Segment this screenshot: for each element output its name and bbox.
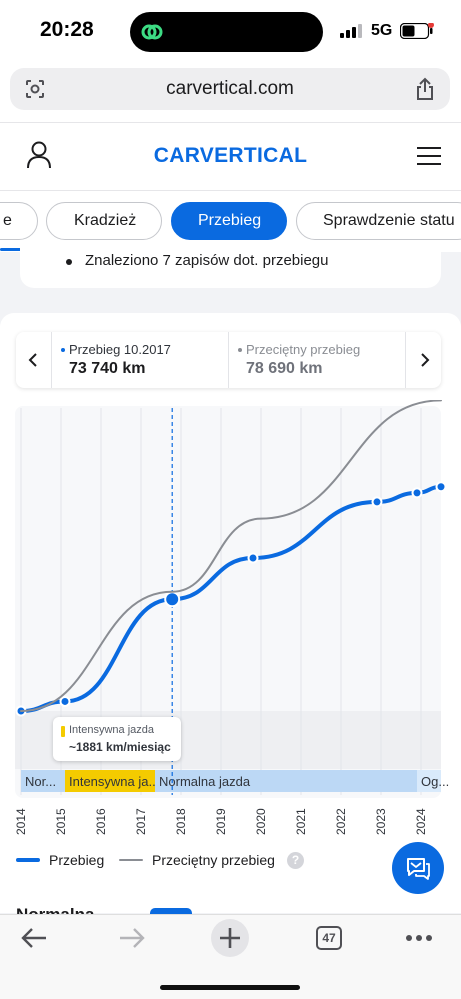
average-mileage-label: Przeciętny przebieg [246, 342, 361, 357]
tab-kradziez[interactable]: Kradzież [46, 202, 162, 240]
clock: 20:28 [40, 18, 94, 41]
x-tick-label: 2023 [374, 808, 388, 835]
chevron-left-icon[interactable] [26, 350, 42, 370]
legend-label-przebieg: Przebieg [49, 852, 105, 868]
chat-icon [407, 858, 430, 880]
data-point [371, 496, 383, 508]
url-text[interactable]: carvertical.com [10, 78, 450, 100]
driving-band-label: Nor... [25, 774, 56, 789]
selected-mileage-value: 73 740 km [69, 360, 146, 377]
bullet-dot [66, 259, 72, 265]
tab-sprawdzenie-statusu[interactable]: Sprawdzenie statu [296, 202, 461, 240]
share-icon[interactable] [414, 77, 436, 101]
divider [0, 190, 461, 191]
divider [51, 332, 52, 388]
legend-swatch-przebieg [16, 858, 40, 862]
x-tick-label: 2019 [214, 808, 228, 835]
average-mileage-value: 78 690 km [246, 360, 323, 377]
driving-band-label: Intensywna ja... [69, 774, 159, 789]
site-logo[interactable]: CARVERTICAL [0, 144, 461, 168]
data-point [435, 481, 447, 493]
x-tick-label: 2022 [334, 808, 348, 835]
hamburger-menu-icon[interactable] [417, 146, 441, 166]
average-dot [238, 348, 242, 352]
dynamic-island [130, 12, 323, 52]
x-tick-label: 2020 [254, 808, 268, 835]
link-icon [141, 24, 163, 40]
back-icon[interactable] [20, 926, 48, 950]
chevron-right-icon[interactable] [416, 350, 432, 370]
x-tick-label: 2017 [134, 808, 148, 835]
series-dot [61, 348, 65, 352]
x-tick-label: 2024 [414, 808, 428, 835]
signal-icon [340, 24, 362, 38]
forward-icon[interactable] [118, 926, 146, 950]
new-tab-icon[interactable] [210, 918, 250, 958]
tab-przebieg[interactable]: Przebieg [171, 202, 287, 240]
mileage-chart[interactable]: Nor... Intensywna ja... Normalna jazda Og..… [0, 400, 461, 840]
data-point [59, 695, 71, 707]
selected-point-panel: Przebieg 10.2017 73 740 km Przeciętny pr… [16, 332, 441, 388]
tooltip-title: Intensywna jazda [69, 724, 154, 736]
status-bar: 20:28 5G [0, 0, 461, 62]
x-tick-label: 2021 [294, 808, 308, 835]
legend-swatch-average [119, 859, 143, 861]
tab-partial[interactable]: e [0, 202, 38, 240]
chat-button[interactable] [392, 842, 444, 894]
tabs-count-button[interactable]: 47 [316, 926, 342, 950]
x-tick-label: 2014 [14, 808, 28, 835]
tooltip-value: ~1881 km/miesiąc [69, 740, 171, 754]
home-indicator [160, 985, 300, 990]
selected-point [164, 591, 181, 608]
selected-mileage-label: Przebieg 10.2017 [69, 342, 171, 357]
address-bar[interactable]: carvertical.com [10, 68, 450, 110]
driving-band-label: Og... [421, 774, 449, 789]
x-tick-label: 2018 [174, 808, 188, 835]
divider [228, 332, 229, 388]
help-icon[interactable]: ? [287, 852, 304, 869]
more-icon[interactable] [405, 934, 433, 942]
data-point [247, 552, 259, 564]
tooltip: Intensywna jazda ~1881 km/miesiąc [53, 717, 181, 761]
records-found-text: Znaleziono 7 zapisów dot. przebiegu [85, 252, 329, 269]
screen: 20:28 5G carvertical.com CARVERTICAL e K… [0, 0, 461, 999]
intensive-marker [61, 726, 65, 737]
legend-label-average: Przeciętny przebieg [152, 852, 275, 868]
x-tick-label: 2015 [54, 808, 68, 835]
x-tick-label: 2016 [94, 808, 108, 835]
divider [0, 122, 461, 123]
data-point [411, 487, 423, 499]
battery-icon [400, 23, 434, 39]
divider [405, 332, 406, 388]
network-label: 5G [371, 22, 393, 39]
